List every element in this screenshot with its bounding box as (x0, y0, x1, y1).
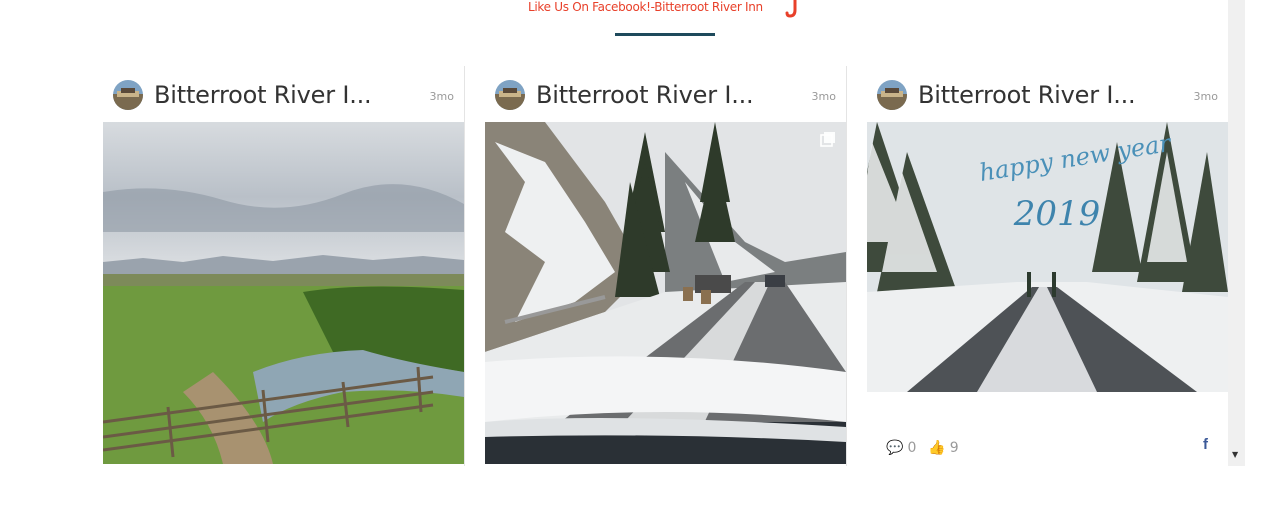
post-header: Bitterroot River I... 3mo (113, 80, 456, 110)
avatar[interactable] (495, 80, 525, 110)
post-time: 3mo (811, 90, 836, 103)
post-image[interactable] (485, 122, 846, 464)
decorative-hook-icon (785, 0, 797, 18)
posts-grid: Bitterroot River I... 3mo Bitterroot Riv… (103, 66, 1228, 466)
facebook-icon[interactable]: f (1203, 436, 1208, 453)
like-count: 9 (949, 440, 959, 456)
feed-title-link[interactable]: Like Us On Facebook!-Bitterroot River In… (528, 0, 763, 14)
scroll-down-arrow-icon[interactable]: ▼ (1232, 450, 1238, 459)
post-card[interactable]: Bitterroot River I... 3mo (867, 66, 1228, 466)
post-time: 3mo (429, 90, 454, 103)
like-icon[interactable]: 👍 (928, 440, 945, 456)
scrollbar[interactable] (1228, 0, 1245, 466)
post-card[interactable]: Bitterroot River I... 3mo (103, 66, 464, 466)
facebook-feed-widget: Like Us On Facebook!-Bitterroot River In… (0, 0, 1275, 510)
post-image[interactable]: happy new year 2019 (867, 122, 1228, 392)
post-author[interactable]: Bitterroot River I... (154, 81, 372, 109)
new-year-year: 2019 (1013, 194, 1101, 234)
comment-count: 0 (907, 440, 917, 456)
post-image[interactable] (103, 122, 464, 464)
comment-icon[interactable]: 💬 (886, 440, 903, 456)
avatar[interactable] (113, 80, 143, 110)
post-stats: 💬 0 👍 9 (886, 440, 967, 456)
post-author[interactable]: Bitterroot River I... (918, 81, 1136, 109)
multiple-photos-icon (820, 132, 835, 147)
post-header: Bitterroot River I... 3mo (495, 80, 838, 110)
post-header: Bitterroot River I... 3mo (877, 80, 1220, 110)
post-time: 3mo (1193, 90, 1218, 103)
avatar[interactable] (877, 80, 907, 110)
title-underline (615, 33, 715, 36)
card-divider (464, 66, 465, 466)
card-divider (846, 66, 847, 466)
post-card[interactable]: Bitterroot River I... 3mo (485, 66, 846, 466)
post-author[interactable]: Bitterroot River I... (536, 81, 754, 109)
